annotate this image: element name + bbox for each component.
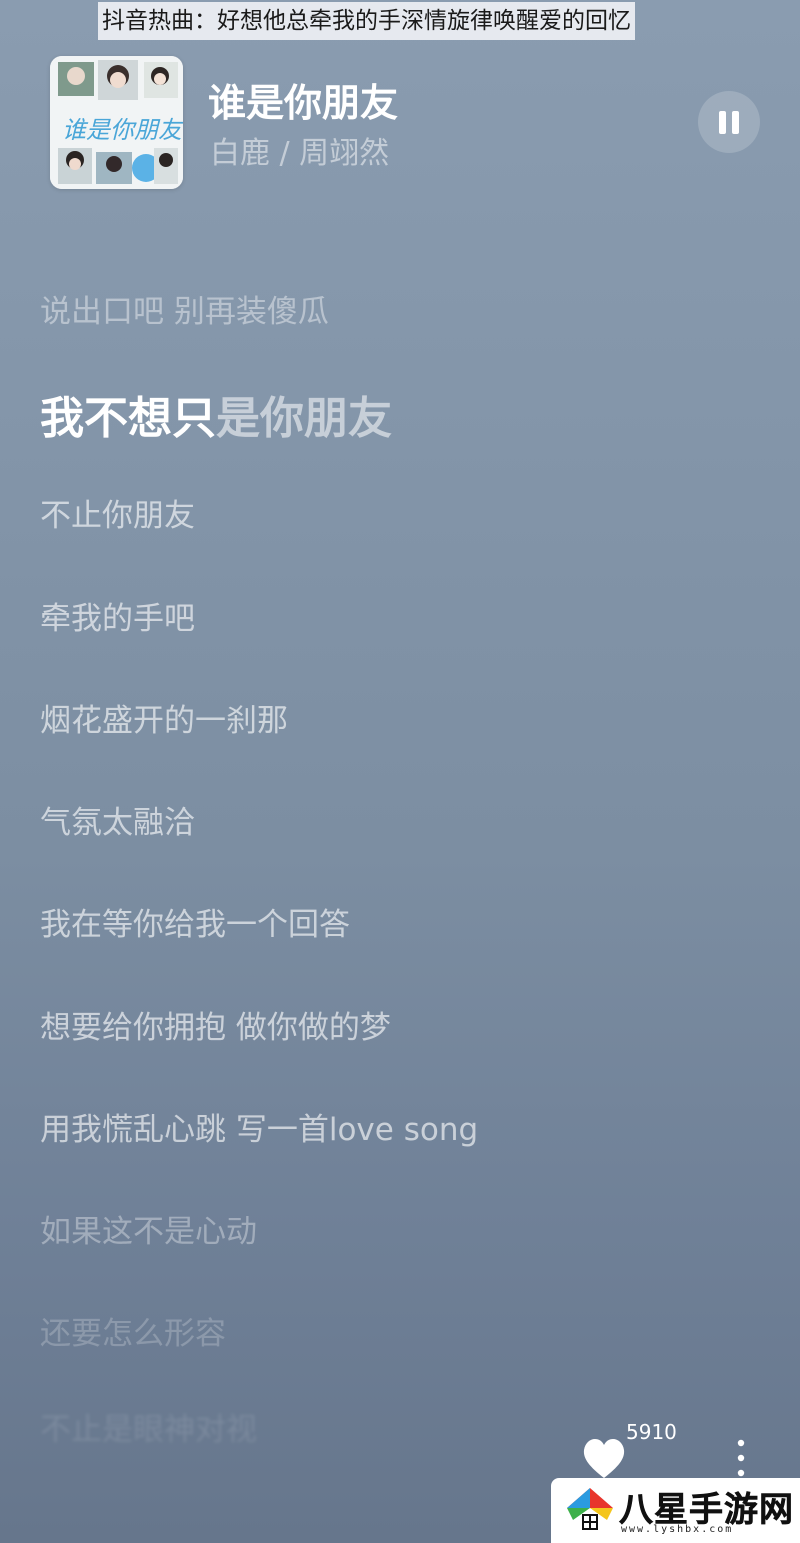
lyric-line: 不止是眼神对视: [40, 1412, 257, 1448]
song-title: 谁是你朋友: [208, 81, 399, 125]
watermark-url: www.lyshbx.com: [621, 1524, 734, 1535]
like-count: 5910: [626, 1420, 677, 1444]
lyric-line: 用我慌乱心跳 写一首love song: [40, 1112, 479, 1148]
lyric-line-previous: 说出口吧 别再装傻瓜: [40, 294, 329, 330]
lyric-line: 不止你朋友: [40, 498, 195, 534]
lyric-line: 我在等你给我一个回答: [40, 907, 350, 943]
pause-button[interactable]: [698, 91, 760, 153]
svg-text:谁是你朋友: 谁是你朋友: [62, 116, 183, 144]
album-art-image: 谁是你朋友: [50, 56, 183, 189]
lyric-current-sung: 我不想只: [40, 393, 216, 444]
song-artist: 白鹿 / 周翊然: [210, 136, 390, 171]
lyric-line: 牵我的手吧: [40, 601, 195, 637]
lyric-line: 如果这不是心动: [40, 1214, 257, 1250]
heart-icon[interactable]: [582, 1438, 626, 1480]
watermark-logo-icon: [567, 1488, 613, 1530]
album-cover[interactable]: 谁是你朋友: [50, 56, 183, 189]
lyric-current-unsung: 是你朋友: [216, 393, 392, 444]
more-vertical-icon[interactable]: [733, 1438, 749, 1482]
lyric-line: 还要怎么形容: [40, 1316, 226, 1352]
lyric-line: 想要给你拥抱 做你做的梦: [40, 1010, 391, 1046]
page-banner-title: 抖音热曲：好想他总牵我的手深情旋律唤醒爱的回忆: [98, 2, 635, 40]
lyric-line-current: 我不想只是你朋友: [40, 382, 392, 446]
lyric-line: 烟花盛开的一刹那: [40, 703, 288, 739]
lyric-line: 气氛太融洽: [40, 805, 195, 841]
watermark: 八星手游网 www.lyshbx.com: [551, 1478, 800, 1543]
